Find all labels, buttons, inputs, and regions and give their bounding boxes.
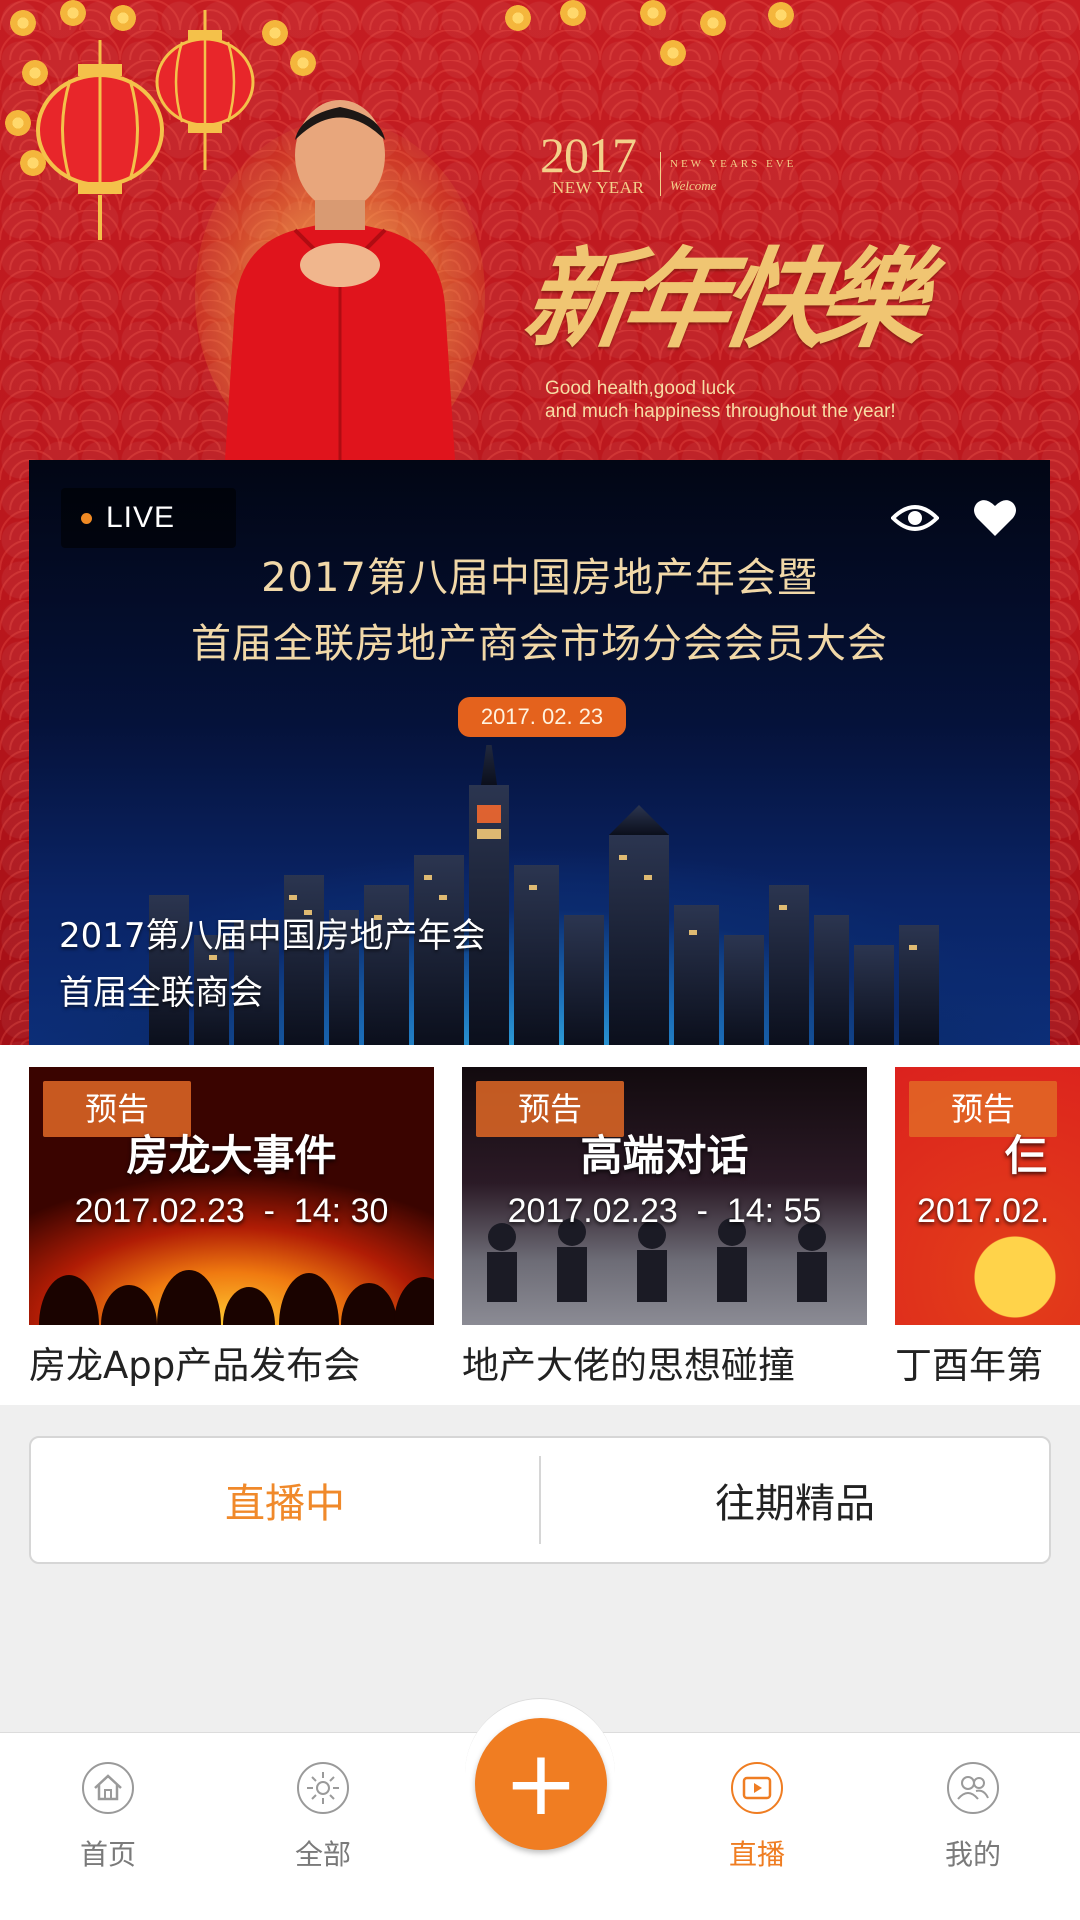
- host-portrait: [195, 100, 485, 460]
- event-date-badge: 2017. 02. 23: [458, 697, 626, 737]
- live-stream-card[interactable]: LIVE 2017第八届中国房地产年会暨 首届全联房地产商会市场分会会员大会 2…: [29, 460, 1050, 1045]
- preview-thumbnail: 预告 房龙大事件 2017.02.23 - 14: 30: [29, 1067, 434, 1325]
- wishes-line-1: Good health,good luck: [545, 378, 736, 399]
- new-year-text: NEW YEAR: [552, 178, 645, 197]
- tab-mine-label: 我的: [944, 1838, 1001, 1871]
- tab-live-now[interactable]: 直播中: [31, 1438, 539, 1562]
- lantern-icon: [36, 40, 164, 240]
- preview-label: 地产大佬的思想碰撞: [462, 1344, 795, 1387]
- preview-label: 房龙App产品发布会: [29, 1344, 361, 1387]
- preview-thumbnail: 预告 仨 2017.02.: [895, 1067, 1080, 1325]
- live-video-icon: [731, 1762, 783, 1814]
- tab-past-highlights[interactable]: 往期精品: [541, 1438, 1049, 1562]
- live-indicator-dot: [81, 512, 92, 524]
- eye-icon[interactable]: [891, 496, 939, 540]
- preview-carousel[interactable]: 预告 房龙大事件 2017.02.23 - 14: 30 房龙App产品发布会 …: [0, 1045, 1080, 1405]
- heart-icon[interactable]: [971, 496, 1019, 540]
- home-icon: [82, 1762, 134, 1814]
- wishes-line-2: and much happiness throughout the year!: [545, 401, 896, 422]
- new-years-eve-text: NEW YEARS EVE: [670, 158, 797, 170]
- preview-label: 丁酉年第: [895, 1344, 1043, 1387]
- profile-icon: [947, 1762, 999, 1814]
- title-line-2: 首届全联房地产商会市场分会会员大会: [191, 621, 888, 667]
- divider: [660, 152, 661, 196]
- tab-all-label: 全部: [294, 1838, 351, 1871]
- preview-item-product-launch[interactable]: 预告 房龙大事件 2017.02.23 - 14: 30 房龙App产品发布会: [29, 1067, 434, 1387]
- preview-time: 2017.02.23 - 14: 55: [507, 1192, 822, 1230]
- caption-line-2: 首届全联商会: [59, 973, 263, 1013]
- add-button[interactable]: +: [475, 1718, 607, 1850]
- tab-mine[interactable]: 我的: [903, 1761, 1043, 1901]
- caption-line-1: 2017第八届中国房地产年会: [59, 916, 486, 956]
- preview-item-dialogue[interactable]: 预告 高端对话 2017.02.23 - 14: 55 地产大佬的思想碰撞: [462, 1067, 867, 1387]
- tab-home[interactable]: 首页: [38, 1761, 178, 1901]
- wishes-text: Good health,good luck and much happiness…: [545, 377, 965, 423]
- preview-headline: 房龙大事件: [126, 1131, 337, 1180]
- live-filter-segmented-control: 直播中 往期精品: [29, 1436, 1051, 1564]
- live-card-caption: 2017第八届中国房地产年会 首届全联商会: [59, 908, 659, 1022]
- title-line-1: 2017第八届中国房地产年会暨: [261, 555, 818, 601]
- tab-home-label: 首页: [79, 1838, 136, 1871]
- preview-thumbnail: 预告 高端对话 2017.02.23 - 14: 55: [462, 1067, 867, 1325]
- live-badge-label: LIVE: [106, 501, 176, 534]
- live-badge: LIVE: [61, 488, 236, 548]
- all-categories-icon: [297, 1762, 349, 1814]
- preview-headline: 高端对话: [580, 1131, 749, 1180]
- year-text: 2017: [540, 127, 637, 183]
- preview-time: 2017.02.: [917, 1192, 1050, 1230]
- calligraphy-greeting: 新年快樂: [516, 237, 926, 363]
- preview-item-partial[interactable]: 预告 仨 2017.02. 丁酉年第: [895, 1067, 1080, 1387]
- preview-headline: 仨: [1005, 1131, 1048, 1180]
- new-year-logo: 2017 NEW YEAR NEW YEARS EVE Welcome: [540, 130, 820, 200]
- tab-all[interactable]: 全部: [253, 1761, 393, 1901]
- tab-live-label: 直播: [728, 1838, 785, 1871]
- preview-time: 2017.02.23 - 14: 30: [74, 1192, 389, 1230]
- tab-live[interactable]: 直播: [687, 1761, 827, 1901]
- welcome-text: Welcome: [670, 178, 717, 193]
- live-card-title: 2017第八届中国房地产年会暨 首届全联房地产商会市场分会会员大会: [29, 545, 1050, 677]
